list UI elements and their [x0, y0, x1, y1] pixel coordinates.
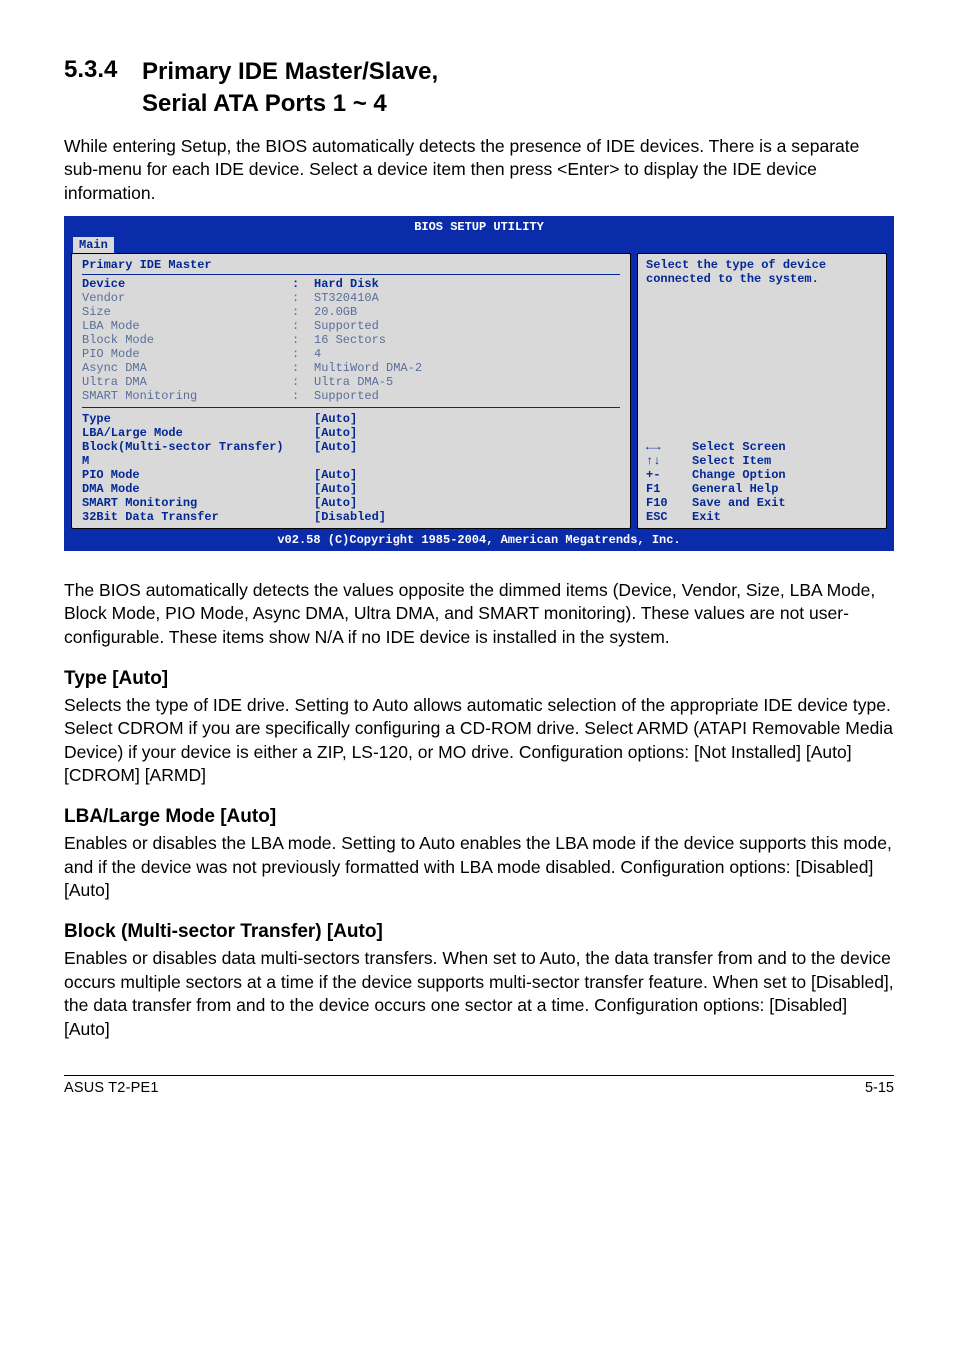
post-bios-paragraph: The BIOS automatically detects the value… [64, 579, 894, 650]
type-heading: Type [Auto] [64, 668, 894, 690]
footer-left: ASUS T2-PE1 [64, 1080, 159, 1096]
section-heading: 5.3.4 Primary IDE Master/Slave, Serial A… [64, 56, 894, 121]
lba-heading: LBA/Large Mode [Auto] [64, 806, 894, 828]
bios-legend: Select Screen Select Item +- Change Opti… [646, 440, 878, 524]
bios-info-row: LBA Mode:Supported [82, 319, 620, 333]
bios-option-row[interactable]: Type[Auto] [82, 412, 620, 426]
block-text: Enables or disables data multi-sectors t… [64, 947, 894, 1042]
section-title-line1: Primary IDE Master/Slave, [142, 58, 438, 85]
bios-option-row[interactable]: PIO Mode[Auto] [82, 468, 620, 482]
bios-screenshot: BIOS SETUP UTILITY Main Primary IDE Mast… [64, 216, 894, 551]
bios-option-row[interactable]: 32Bit Data Transfer[Disabled] [82, 510, 620, 524]
bios-help-text: Select the type of device connected to t… [646, 258, 878, 286]
bios-info-row: SMART Monitoring:Supported [82, 389, 620, 403]
bios-info-row: Async DMA:MultiWord DMA-2 [82, 361, 620, 375]
bios-option-row[interactable]: SMART Monitoring[Auto] [82, 496, 620, 510]
intro-paragraph: While entering Setup, the BIOS automatic… [64, 135, 894, 206]
bios-option-row[interactable]: LBA/Large Mode[Auto] [82, 426, 620, 440]
bios-option-row[interactable]: Block(Multi-sector Transfer) M[Auto] [82, 440, 620, 468]
bios-right-panel: Select the type of device connected to t… [637, 253, 887, 529]
page-footer: ASUS T2-PE1 5-15 [64, 1075, 894, 1096]
bios-info-row: Block Mode:16 Sectors [82, 333, 620, 347]
bios-info-row: Size:20.0GB [82, 305, 620, 319]
arrow-lr-icon [646, 440, 660, 454]
bios-panel-title: Primary IDE Master [82, 258, 620, 275]
bios-tab-main[interactable]: Main [73, 237, 114, 253]
arrow-ud-icon [646, 454, 660, 468]
footer-right: 5-15 [865, 1080, 894, 1096]
lba-text: Enables or disables the LBA mode. Settin… [64, 832, 894, 903]
bios-info-row: PIO Mode:4 [82, 347, 620, 361]
section-number: 5.3.4 [64, 56, 142, 84]
section-title-line2: Serial ATA Ports 1 ~ 4 [142, 90, 387, 117]
bios-info-row: Device:Hard Disk [82, 277, 620, 291]
bios-info-row: Vendor:ST320410A [82, 291, 620, 305]
block-heading: Block (Multi-sector Transfer) [Auto] [64, 921, 894, 943]
bios-footer: v02.58 (C)Copyright 1985-2004, American … [65, 531, 893, 550]
bios-header: BIOS SETUP UTILITY [65, 217, 893, 237]
bios-option-row[interactable]: DMA Mode[Auto] [82, 482, 620, 496]
type-text: Selects the type of IDE drive. Setting t… [64, 694, 894, 789]
bios-left-panel: Primary IDE Master Device:Hard Disk Vend… [71, 253, 631, 529]
bios-info-row: Ultra DMA:Ultra DMA-5 [82, 375, 620, 389]
